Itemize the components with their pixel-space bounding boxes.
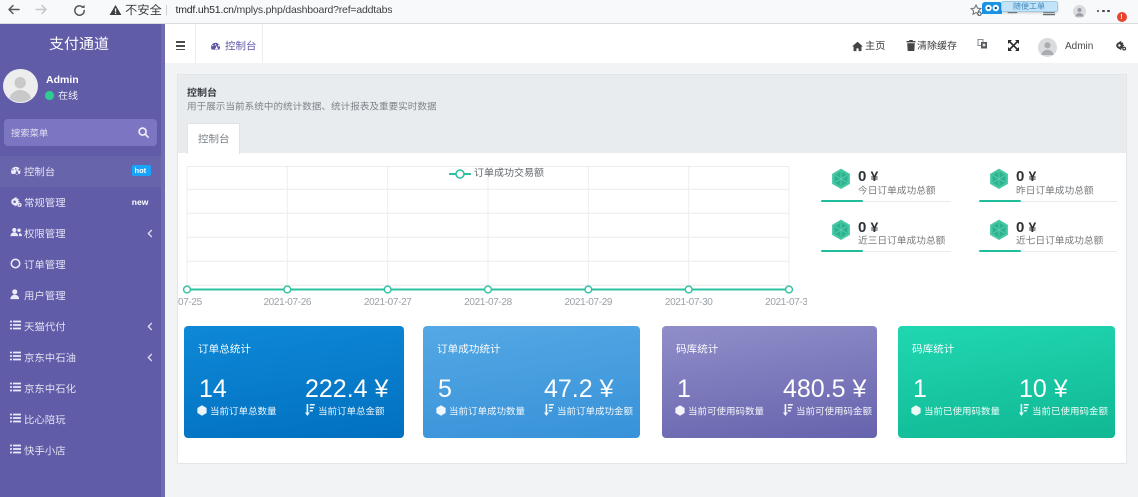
svg-text:2021-07-29: 2021-07-29 xyxy=(564,297,612,308)
svg-text:2021-07-31: 2021-07-31 xyxy=(765,297,807,308)
svg-text:2021-07-26: 2021-07-26 xyxy=(263,297,311,308)
svg-text:07-25: 07-25 xyxy=(178,297,203,308)
svg-text:2021-07-27: 2021-07-27 xyxy=(364,297,412,308)
svg-text:2021-07-30: 2021-07-30 xyxy=(665,297,713,308)
svg-text:2021-07-28: 2021-07-28 xyxy=(464,297,512,308)
